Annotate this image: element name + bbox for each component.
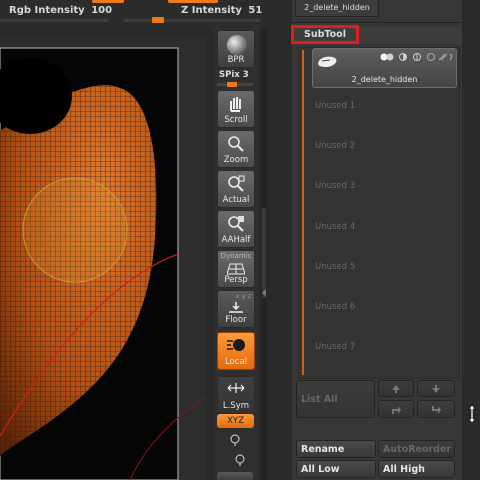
list-all-label: List All <box>301 394 338 405</box>
floor-axes: x y z <box>235 292 251 300</box>
aahalf-button[interactable]: AAHalf <box>217 210 255 248</box>
active-subtool-name: 2_delete_hidden <box>351 75 418 84</box>
move-up-button[interactable] <box>378 380 414 397</box>
dynamic-label: Dynamic <box>220 252 252 260</box>
subtool-toggle-icons[interactable] <box>379 52 453 62</box>
list-all-button[interactable]: List All <box>296 380 375 418</box>
lsym-button[interactable]: L.Sym <box>217 376 255 414</box>
lsym-label: L.Sym <box>222 401 250 411</box>
rgb-intensity-label: Rgb Intensity <box>9 5 85 16</box>
top-button-edge[interactable] <box>168 0 218 3</box>
actual-button[interactable]: Actual <box>217 170 255 208</box>
all-high-label: All High <box>383 464 425 475</box>
subtool-slot-1[interactable]: Unused 1 <box>315 101 446 115</box>
z-intensity-label: Z Intensity <box>181 5 242 16</box>
next-shelf-button[interactable] <box>217 472 253 480</box>
subtool-slot-3[interactable]: Unused 3 <box>315 181 446 195</box>
right-shelf: BPR SPix 3 Scroll Zoom Actual AAHalf Dyn… <box>213 28 258 480</box>
actual-label: Actual <box>222 195 250 205</box>
panel-separator <box>292 22 462 23</box>
move-down-button[interactable] <box>417 380 455 397</box>
xyz-button[interactable]: XYZ <box>217 414 254 428</box>
subtool-header[interactable]: SubTool <box>291 25 359 44</box>
arrow-down-right-icon <box>432 406 441 414</box>
rgb-intensity-value: 100 <box>91 5 113 16</box>
scroll-label: Scroll <box>224 115 248 125</box>
right-panel: 2_delete_hidden SubTool 2_delete_hidden … <box>291 0 462 480</box>
panel-divider[interactable] <box>261 28 267 480</box>
subtool-slot-4[interactable]: Unused 4 <box>315 222 446 236</box>
perspective-grid-icon <box>227 263 245 275</box>
xyz-label: XYZ <box>227 416 244 426</box>
autoreorder-label: AutoReorder <box>383 444 452 455</box>
rename-label: Rename <box>301 444 345 455</box>
subtool-list <box>298 47 460 379</box>
rename-button[interactable]: Rename <box>296 440 376 458</box>
rotate-z-icon[interactable] <box>233 452 247 466</box>
arrow-up-icon <box>392 385 400 393</box>
3d-viewport[interactable] <box>0 36 206 480</box>
bpr-label: BPR <box>227 55 245 65</box>
mesh-canvas[interactable] <box>0 36 206 480</box>
local-button[interactable]: Local <box>217 332 255 370</box>
z-intensity-slider[interactable]: Z Intensity 51 <box>181 5 262 16</box>
persp-label: Persp <box>224 275 248 285</box>
active-subtool-item[interactable]: 2_delete_hidden <box>312 48 457 88</box>
all-high-button[interactable]: All High <box>378 460 455 478</box>
rgb-intensity-slider[interactable]: Rgb Intensity 100 <box>9 5 112 16</box>
resize-cursor-icon <box>468 404 476 424</box>
all-low-label: All Low <box>301 464 340 475</box>
bpr-button[interactable]: BPR <box>217 30 255 68</box>
move-top-button[interactable] <box>378 400 414 418</box>
spix-slider[interactable]: SPix 3 <box>219 70 249 80</box>
top-slider-bar: Rgb Intensity 100 Z Intensity 51 <box>0 0 262 30</box>
actual-size-icon <box>228 175 245 192</box>
spix-value: 3 <box>242 70 249 80</box>
top-button-edge[interactable] <box>92 0 124 3</box>
subtool-slot-6[interactable]: Unused 6 <box>315 302 446 316</box>
local-label: Local <box>224 357 248 367</box>
subtool-list-scrollbar[interactable] <box>302 50 304 375</box>
arrow-up-right-icon <box>392 406 401 414</box>
persp-button[interactable]: Dynamic Persp <box>217 250 255 288</box>
all-low-button[interactable]: All Low <box>296 460 376 478</box>
z-intensity-thumb[interactable] <box>152 17 164 23</box>
scroll-button[interactable]: Scroll <box>217 90 255 128</box>
arrow-down-icon <box>432 385 440 393</box>
divider-handle[interactable] <box>262 208 266 298</box>
aahalf-icon <box>228 216 244 232</box>
subtool-slot-7[interactable]: Unused 7 <box>315 342 446 356</box>
lsym-icon <box>227 383 245 393</box>
brush-cursor <box>22 177 128 283</box>
zoom-label: Zoom <box>223 155 249 165</box>
floor-button[interactable]: x y z Floor <box>217 290 255 328</box>
previous-subtool-name: 2_delete_hidden <box>304 3 370 12</box>
subtool-header-label: SubTool <box>304 29 346 40</box>
previous-subtool-entry[interactable]: 2_delete_hidden <box>295 0 379 17</box>
z-intensity-track[interactable] <box>124 19 260 22</box>
floor-label: Floor <box>225 315 247 325</box>
rgb-intensity-track[interactable] <box>0 19 108 22</box>
zoom-button[interactable]: Zoom <box>217 130 255 168</box>
floor-icon <box>229 302 243 313</box>
move-bottom-button[interactable] <box>417 400 455 418</box>
spix-thumb[interactable] <box>227 82 237 87</box>
spix-label: SPix <box>219 70 240 80</box>
z-intensity-value: 51 <box>248 5 263 16</box>
autoreorder-button[interactable]: AutoReorder <box>378 440 455 458</box>
rotate-y-icon[interactable] <box>228 432 242 446</box>
collapse-arrow-icon[interactable] <box>261 288 267 298</box>
hand-icon <box>230 97 241 112</box>
subtool-thumbnail-icon <box>318 56 337 67</box>
subtool-slot-2[interactable]: Unused 2 <box>315 141 446 155</box>
sphere-icon <box>227 35 247 55</box>
subtool-slot-5[interactable]: Unused 5 <box>315 262 446 276</box>
aahalf-label: AAHalf <box>221 235 251 245</box>
local-icon <box>227 339 245 351</box>
magnifier-icon <box>228 136 244 152</box>
